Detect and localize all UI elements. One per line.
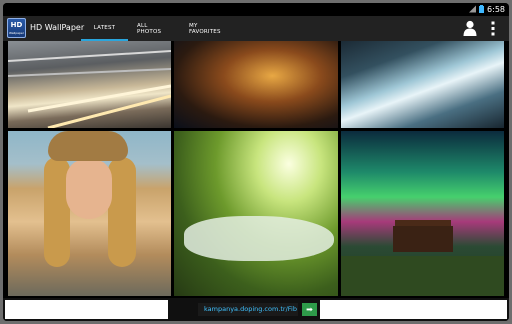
app-title: HD WallPaper xyxy=(30,23,85,32)
wallpaper-thumbnail-aurora-cabin[interactable] xyxy=(341,131,504,296)
tab-bar: LATEST ALL PHOTOS MY FAVORITES xyxy=(81,16,230,41)
tab-latest[interactable]: LATEST xyxy=(81,16,128,41)
ad-left-panel xyxy=(5,300,168,319)
tab-my-favorites[interactable]: MY FAVORITES xyxy=(180,16,230,41)
wallpaper-grid xyxy=(3,41,509,298)
battery-icon xyxy=(479,5,484,13)
overflow-menu-icon[interactable] xyxy=(490,21,496,36)
tab-all-photos[interactable]: ALL PHOTOS xyxy=(128,16,180,41)
signal-icon xyxy=(469,5,476,13)
app-logo[interactable]: HD Wallpaper xyxy=(7,18,26,38)
aurora-ground xyxy=(341,256,504,296)
wallpaper-thumbnail-river[interactable] xyxy=(341,41,504,128)
status-icons xyxy=(469,5,485,13)
portrait-face xyxy=(66,159,112,219)
portrait-hair-right xyxy=(108,157,136,267)
clock: 6:58 xyxy=(487,5,505,14)
wallpaper-thumbnail-bridge[interactable] xyxy=(8,41,171,128)
logo-subtext: Wallpaper xyxy=(8,31,24,35)
device-screen: 6:58 HD Wallpaper HD WallPaper LATEST AL… xyxy=(3,3,509,321)
wallpaper-thumbnail-woman-in-hat[interactable] xyxy=(8,131,171,296)
wallpaper-thumbnail-city-lights[interactable] xyxy=(174,41,338,128)
ad-link[interactable]: kampanya.doping.com.tr/Fib xyxy=(198,303,298,316)
ad-bar: kampanya.doping.com.tr/Fib ➡ xyxy=(3,298,509,321)
aurora-cabin xyxy=(393,226,453,252)
user-icon[interactable] xyxy=(463,20,477,36)
status-bar: 6:58 xyxy=(3,3,509,16)
ad-right-panel xyxy=(320,300,507,319)
action-bar: HD Wallpaper HD WallPaper LATEST ALL PHO… xyxy=(3,16,509,41)
portrait-hat xyxy=(48,131,128,161)
wallpaper-thumbnail-forest-stream[interactable] xyxy=(174,131,338,296)
forest-stream xyxy=(184,216,334,261)
logo-text: HD xyxy=(10,21,23,29)
bridge-lines xyxy=(8,50,171,128)
ad-go-button[interactable]: ➡ xyxy=(302,303,317,316)
